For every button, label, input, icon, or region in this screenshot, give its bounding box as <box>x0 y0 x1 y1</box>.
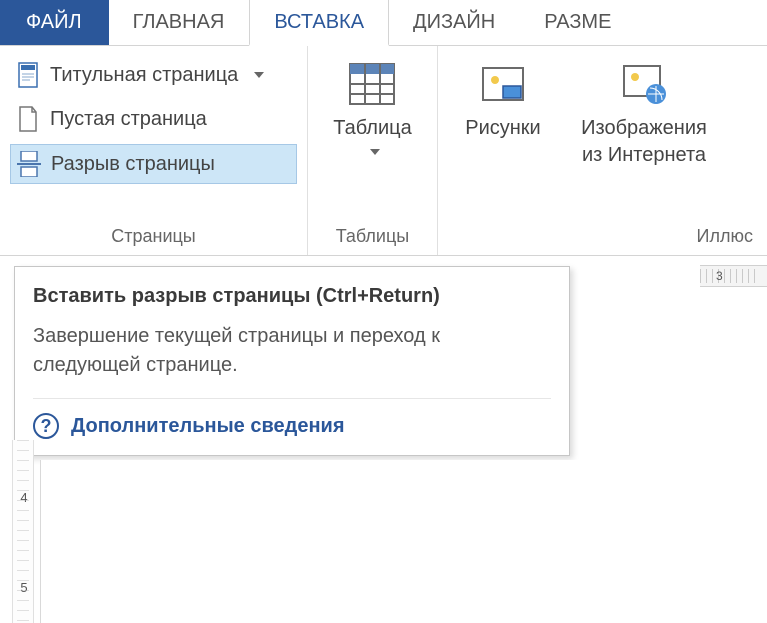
group-illustrations: Рисунки Изображения из Интернета Иллюс <box>438 46 767 255</box>
blank-page-label: Пустая страница <box>50 108 207 131</box>
ruler-v-tick: 5 <box>16 580 32 595</box>
page-break-icon <box>17 151 41 177</box>
group-tables-label: Таблицы <box>318 220 427 255</box>
document-area[interactable] <box>40 460 767 623</box>
pictures-button[interactable]: Рисунки <box>448 56 558 220</box>
title-page-label: Титульная страница <box>50 64 238 87</box>
title-page-button[interactable]: Титульная страница <box>10 56 297 94</box>
blank-page-button[interactable]: Пустая страница <box>10 100 297 138</box>
tooltip-help-label: Дополнительные сведения <box>71 415 345 438</box>
tooltip-description: Завершение текущей страницы и переход к … <box>33 322 551 380</box>
dropdown-caret-icon <box>254 72 264 78</box>
table-icon <box>348 60 396 108</box>
ruler-h-marker: 3 <box>716 269 723 283</box>
tooltip: Вставить разрыв страницы (Ctrl+Return) З… <box>14 266 570 456</box>
dropdown-caret-icon <box>370 149 380 155</box>
pictures-icon <box>479 60 527 108</box>
blank-page-icon <box>16 106 40 132</box>
online-pictures-label-2: из Интернета <box>582 143 706 168</box>
group-tables: Таблица Таблицы <box>308 46 438 255</box>
ruler-vertical[interactable]: 4 5 <box>12 440 34 623</box>
online-pictures-icon <box>620 60 668 108</box>
help-icon: ? <box>33 413 59 439</box>
page-break-button[interactable]: Разрыв страницы <box>10 144 297 184</box>
online-pictures-label-1: Изображения <box>581 116 707 141</box>
group-pages: Титульная страница Пустая страница <box>0 46 308 255</box>
table-button-label: Таблица <box>333 116 411 141</box>
ribbon-tabs: ФАЙЛ ГЛАВНАЯ ВСТАВКА ДИЗАЙН РАЗМЕ <box>0 0 767 46</box>
tab-layout[interactable]: РАЗМЕ <box>520 0 636 45</box>
ribbon: Титульная страница Пустая страница <box>0 46 767 256</box>
title-page-icon <box>16 62 40 88</box>
online-pictures-button[interactable]: Изображения из Интернета <box>564 56 724 220</box>
ruler-horizontal[interactable]: 3 <box>700 265 767 287</box>
group-pages-label: Страницы <box>10 220 297 255</box>
group-illustrations-label: Иллюс <box>448 220 757 255</box>
tab-design[interactable]: ДИЗАЙН <box>389 0 520 45</box>
pictures-button-label: Рисунки <box>465 116 540 141</box>
tab-insert[interactable]: ВСТАВКА <box>249 0 389 46</box>
ruler-v-tick: 4 <box>16 490 32 505</box>
page-break-label: Разрыв страницы <box>51 153 215 176</box>
tooltip-help-link[interactable]: ? Дополнительные сведения <box>33 398 551 439</box>
table-button[interactable]: Таблица <box>325 56 419 220</box>
tooltip-title: Вставить разрыв страницы (Ctrl+Return) <box>33 285 551 308</box>
tab-file[interactable]: ФАЙЛ <box>0 0 109 45</box>
tab-home[interactable]: ГЛАВНАЯ <box>109 0 250 45</box>
